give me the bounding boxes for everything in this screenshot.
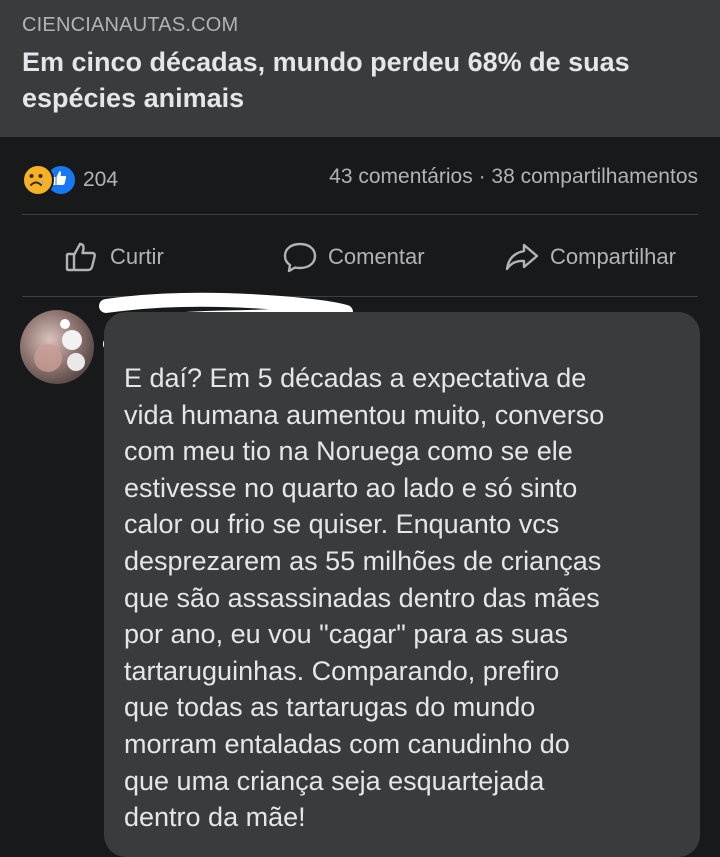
like-button[interactable]: Curtir (64, 226, 164, 288)
speech-bubble-icon (283, 242, 317, 273)
reaction-count[interactable]: 204 (83, 168, 118, 192)
comments-shares-count[interactable]: 43 comentários · 38 compartilhamentos (329, 165, 698, 189)
reaction-summary[interactable]: 204 (22, 164, 118, 196)
divider (22, 214, 698, 215)
link-domain: CIENCIANAUTAS.COM (22, 14, 239, 36)
share-label: Compartilhar (550, 244, 676, 269)
post-actions: Curtir Comentar Compartilhar (0, 226, 720, 288)
post-stats: 204 43 comentários · 38 compartilhamento… (0, 160, 720, 200)
comment: E daí? Em 5 décadas a expectativa de vid… (0, 292, 720, 857)
link-title[interactable]: Em cinco décadas, mundo perdeu 68% de su… (22, 44, 702, 116)
thumbs-up-icon (65, 242, 96, 272)
share-arrow-icon (505, 243, 539, 271)
link-preview-card[interactable]: CIENCIANAUTAS.COM Em cinco décadas, mund… (0, 0, 720, 137)
like-label: Curtir (110, 244, 164, 269)
comment-text: E daí? Em 5 décadas a expectativa de vid… (124, 363, 605, 833)
share-button[interactable]: Compartilhar (504, 226, 676, 288)
comment-button[interactable]: Comentar (282, 226, 425, 288)
comment-label: Comentar (328, 244, 425, 269)
sad-reaction-icon (22, 164, 54, 196)
avatar[interactable] (20, 310, 94, 384)
